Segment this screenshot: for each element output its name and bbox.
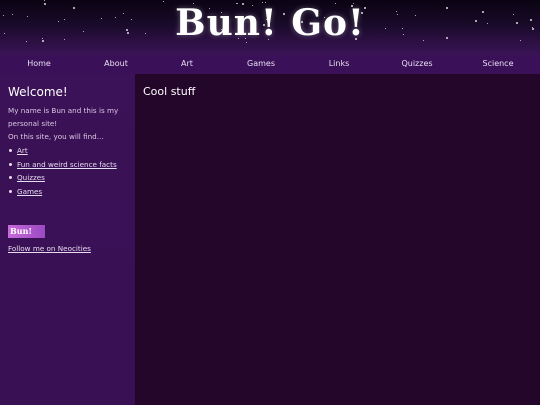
sidebar-list: Art Fun and weird science facts Quizzes … bbox=[8, 144, 117, 198]
list-item: Fun and weird science facts bbox=[8, 158, 117, 172]
nav-quizzes[interactable]: Quizzes bbox=[401, 59, 432, 68]
site-header: Bun! Go! bbox=[0, 0, 540, 55]
list-item: Games bbox=[8, 185, 117, 199]
intro-line-1: My name is Bun and this is my personal s… bbox=[8, 106, 119, 128]
main-content: Cool stuff bbox=[135, 74, 540, 405]
sidebar-intro: My name is Bun and this is my personal s… bbox=[8, 104, 130, 143]
nav-art[interactable]: Art bbox=[181, 59, 193, 68]
nav-links[interactable]: Links bbox=[329, 59, 350, 68]
badge-text: Bun! bbox=[10, 226, 32, 236]
nav-science[interactable]: Science bbox=[482, 59, 513, 68]
sidebar-link-science-facts[interactable]: Fun and weird science facts bbox=[17, 160, 117, 169]
nav-home[interactable]: Home bbox=[27, 59, 51, 68]
sidebar-link-quizzes[interactable]: Quizzes bbox=[17, 173, 45, 182]
nav-about[interactable]: About bbox=[104, 59, 128, 68]
site-badge[interactable]: Bun! bbox=[8, 225, 45, 238]
list-item: Art bbox=[8, 144, 117, 158]
sidebar: Welcome! My name is Bun and this is my p… bbox=[0, 74, 135, 405]
top-nav: Home About Art Games Links Quizzes Scien… bbox=[0, 55, 540, 74]
sidebar-link-art[interactable]: Art bbox=[17, 146, 28, 155]
follow-neocities-link[interactable]: Follow me on Neocities bbox=[8, 244, 91, 253]
nav-games[interactable]: Games bbox=[247, 59, 275, 68]
site-logo[interactable]: Bun! Go! bbox=[0, 2, 540, 44]
page-title: Cool stuff bbox=[143, 85, 196, 98]
star bbox=[44, 0, 45, 1]
sidebar-heading: Welcome! bbox=[8, 85, 68, 99]
sidebar-link-games[interactable]: Games bbox=[17, 187, 42, 196]
intro-line-2: On this site, you will find... bbox=[8, 132, 104, 141]
list-item: Quizzes bbox=[8, 171, 117, 185]
